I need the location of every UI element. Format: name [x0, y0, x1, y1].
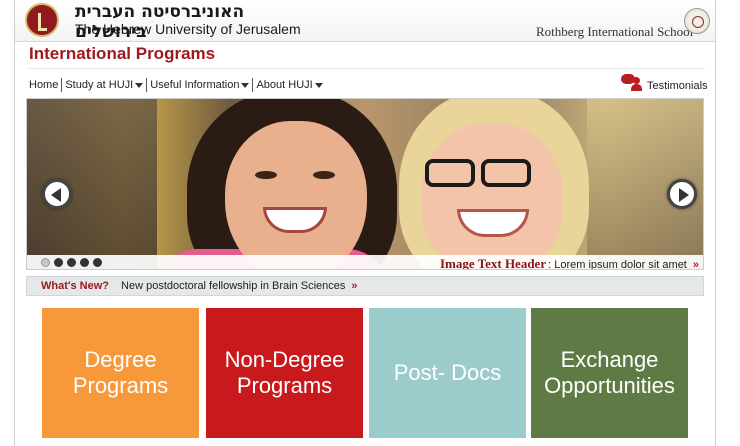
rothberg-logo-icon[interactable]	[684, 8, 710, 34]
tile-post-docs[interactable]: Post- Docs	[369, 308, 526, 438]
slider-dots	[41, 258, 102, 267]
tile-non-degree-programs[interactable]: Non-Degree Programs	[206, 308, 363, 438]
whats-new-label: What's New?	[41, 280, 110, 292]
whats-new-link[interactable]: New postdoctoral fellowship in Brain Sci…	[121, 280, 345, 292]
school-name: Rothberg International School	[536, 24, 694, 39]
caption-header: Image Text Header	[439, 256, 547, 270]
slider-dot[interactable]	[67, 258, 76, 267]
chevron-down-icon	[314, 82, 323, 88]
slider-dot[interactable]	[41, 258, 50, 267]
nav-item-label: Useful Information	[150, 79, 240, 91]
nav-item-useful-information[interactable]: Useful Information	[147, 78, 254, 92]
huji-logo-icon[interactable]	[25, 3, 59, 37]
slider-next-icon[interactable]	[667, 179, 697, 209]
main-nav: Home Study at HUJI Useful Information Ab…	[29, 78, 326, 92]
tile-degree-programs[interactable]: Degree Programs	[42, 308, 199, 438]
slider-dot[interactable]	[80, 258, 89, 267]
testimonials-label: Testimonials	[647, 80, 708, 92]
slider-dot[interactable]	[93, 258, 102, 267]
university-name-english: The Hebrew University of Jerusalem	[75, 21, 301, 37]
testimonials-link[interactable]: Testimonials	[621, 74, 708, 92]
chevron-down-icon	[241, 82, 250, 88]
nav-item-label: Study at HUJI	[65, 79, 134, 91]
nav-item-label: Home	[29, 79, 59, 91]
slider-caption[interactable]: Image Text Header : Lorem ipsum dolor si…	[439, 256, 699, 270]
site-header: האוניברסיטה העברית בירושלים The Hebrew U…	[15, 0, 715, 42]
tile-exchange-opportunities[interactable]: Exchange Opportunities	[531, 308, 688, 438]
nav-item-study-at-huji[interactable]: Study at HUJI	[62, 78, 148, 92]
slider-caption-bar: Image Text Header : Lorem ipsum dolor si…	[27, 255, 703, 270]
page-title: International Programs	[29, 44, 216, 63]
slider-prev-icon[interactable]	[42, 179, 72, 209]
hero-photo	[27, 99, 703, 269]
nav-item-label: About HUJI	[256, 79, 313, 91]
nav-item-about-huji[interactable]: About HUJI	[253, 78, 325, 92]
page-frame: האוניברסיטה העברית בירושלים The Hebrew U…	[14, 0, 716, 446]
hero-slider: Image Text Header : Lorem ipsum dolor si…	[26, 98, 704, 270]
whats-new-bar: What's New? New postdoctoral fellowship …	[26, 276, 704, 296]
caption-more-icon: »	[692, 259, 699, 270]
chevron-down-icon	[135, 82, 144, 88]
nav-item-home[interactable]: Home	[29, 78, 63, 92]
caption-text: : Lorem ipsum dolor sit amet	[548, 259, 687, 270]
testimonials-icon	[621, 74, 645, 92]
slider-dot[interactable]	[54, 258, 63, 267]
title-divider	[29, 68, 705, 69]
whats-new-more-icon[interactable]: »	[351, 280, 357, 292]
